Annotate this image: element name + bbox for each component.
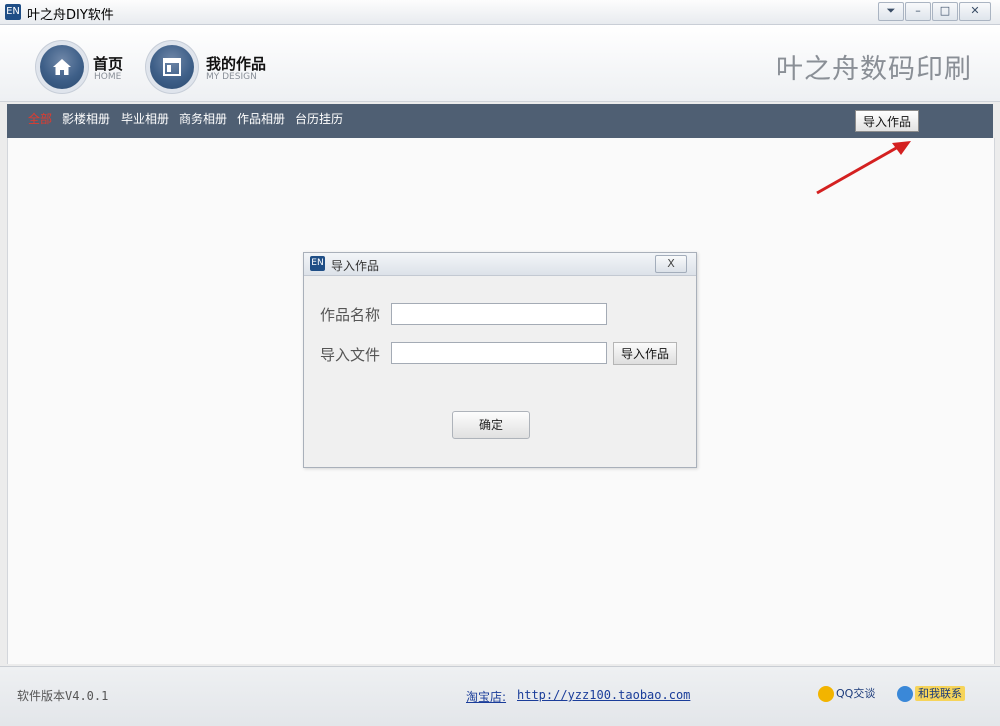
app-header: 首页 HOME 我的作品 MY DESIGN 叶之舟数码印刷: [0, 25, 1000, 102]
import-work-dialog: EN 导入作品 X 作品名称 导入文件 导入作品 确定: [303, 252, 697, 468]
window-titlebar: EN 叶之舟DIY软件 ⏷ – □ ✕: [0, 0, 1000, 25]
dialog-app-icon: EN: [310, 256, 325, 271]
category-calendar[interactable]: 台历挂历: [295, 110, 343, 127]
dialog-close-button[interactable]: X: [655, 255, 687, 273]
nav-home-label: 首页: [93, 55, 124, 73]
category-studio-album[interactable]: 影楼相册: [62, 110, 110, 127]
browse-file-button[interactable]: 导入作品: [613, 342, 677, 365]
qq-icon: [818, 686, 834, 702]
nav-mydesign-label: 我的作品: [206, 55, 267, 73]
nav-home-sublabel: HOME: [94, 72, 122, 82]
import-file-input[interactable]: [391, 342, 607, 364]
category-graduation-album[interactable]: 毕业相册: [121, 110, 169, 127]
version-text: 软件版本V4.0.1: [17, 689, 109, 703]
nav-mydesign-sublabel: MY DESIGN: [206, 72, 257, 82]
status-bar: 软件版本V4.0.1 淘宝店: http://yzz100.taobao.com…: [0, 666, 1000, 726]
home-icon: [40, 45, 84, 89]
qq-chat-label: QQ交谈: [836, 687, 876, 700]
close-window-button[interactable]: ✕: [959, 2, 991, 21]
confirm-button[interactable]: 确定: [452, 411, 530, 439]
dialog-title: 导入作品: [331, 259, 380, 273]
category-bar: 全部 影楼相册 毕业相册 商务相册 作品相册 台历挂历 导入作品: [7, 104, 993, 138]
shop-link[interactable]: http://yzz100.taobao.com: [517, 688, 690, 702]
maximize-button[interactable]: □: [932, 2, 958, 21]
work-name-input[interactable]: [391, 303, 607, 325]
contact-me-button[interactable]: 和我联系: [897, 683, 967, 705]
design-icon: [150, 45, 194, 89]
work-name-label: 作品名称: [320, 306, 381, 324]
category-business-album[interactable]: 商务相册: [179, 110, 227, 127]
minimize-button[interactable]: –: [905, 2, 931, 21]
app-icon: EN: [5, 4, 21, 20]
shop-link-label[interactable]: 淘宝店:: [466, 688, 506, 705]
import-file-label: 导入文件: [320, 346, 381, 364]
contact-me-label: 和我联系: [915, 686, 965, 701]
dialog-titlebar: EN 导入作品 X: [304, 253, 696, 276]
category-works-album[interactable]: 作品相册: [237, 110, 285, 127]
red-arrow-annotation: [816, 141, 911, 195]
import-work-button[interactable]: 导入作品: [855, 110, 919, 132]
contact-icon: [897, 686, 913, 702]
dropdown-menu-button[interactable]: ⏷: [878, 2, 904, 21]
brand-title: 叶之舟数码印刷: [776, 54, 972, 85]
window-title: 叶之舟DIY软件: [27, 8, 114, 23]
qq-chat-button[interactable]: QQ交谈: [818, 683, 886, 705]
category-all[interactable]: 全部: [28, 110, 52, 127]
